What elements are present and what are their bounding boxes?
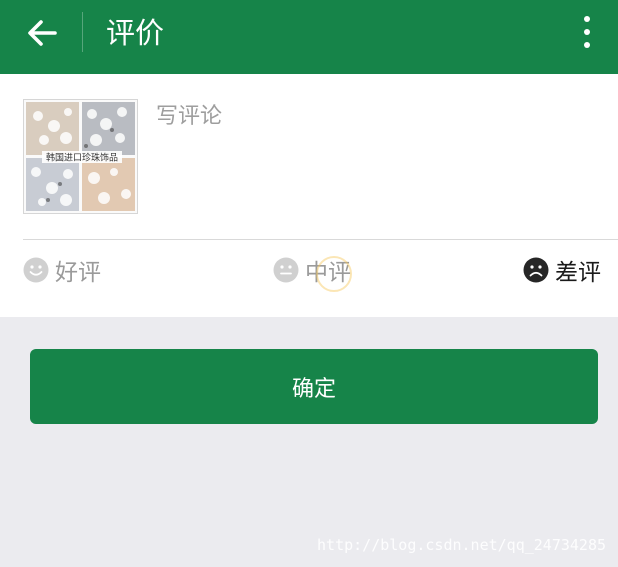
more-menu-button[interactable] xyxy=(570,12,604,52)
more-vertical-icon xyxy=(584,16,590,22)
confirm-button[interactable]: 确定 xyxy=(30,349,598,424)
rating-good[interactable]: 好评 xyxy=(23,255,101,286)
sad-face-icon xyxy=(523,257,549,283)
product-image: 韩国进口珍珠饰品 xyxy=(26,102,135,211)
section-divider xyxy=(23,239,618,240)
comment-input[interactable] xyxy=(150,94,602,222)
watermark-text: http://blog.csdn.net/qq_24734285 xyxy=(317,536,606,554)
product-thumbnail[interactable]: 韩国进口珍珠饰品 xyxy=(23,99,138,214)
product-image-caption: 韩国进口珍珠饰品 xyxy=(46,152,118,164)
rating-bad[interactable]: 差评 xyxy=(523,255,601,286)
smile-face-icon xyxy=(23,257,49,283)
neutral-face-icon xyxy=(273,257,299,283)
arrow-left-icon xyxy=(28,20,57,46)
app-bar: 评价 xyxy=(0,0,618,74)
rating-good-label: 好评 xyxy=(55,260,101,286)
back-button[interactable] xyxy=(18,13,66,53)
page-title: 评价 xyxy=(106,16,165,50)
review-card: 韩国进口珍珠饰品 好评 中评 差评 xyxy=(0,74,618,317)
rating-neutral-label: 中评 xyxy=(305,260,351,286)
rating-neutral[interactable]: 中评 xyxy=(273,255,351,286)
rating-bad-label: 差评 xyxy=(555,260,601,286)
appbar-divider xyxy=(82,12,83,52)
